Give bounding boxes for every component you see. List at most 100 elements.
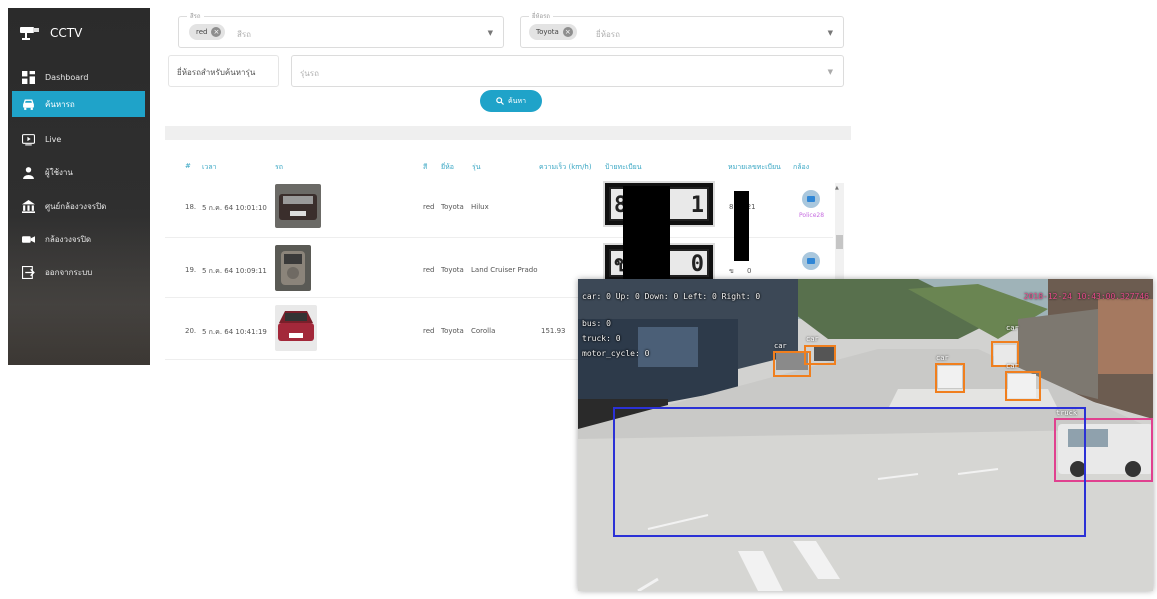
row-color: red — [423, 327, 435, 335]
vehicle-counter: car: 0 Up: 0 Down: 0 Left: 0 Right: 0 — [582, 292, 761, 301]
scroll-up-icon[interactable]: ▲ — [835, 185, 839, 191]
live-icon — [22, 133, 35, 145]
car-thumbnail[interactable] — [275, 305, 317, 351]
scrollbar-thumb[interactable] — [836, 235, 843, 249]
col-header-car: รถ — [275, 163, 283, 171]
chevron-down-icon[interactable]: ▼ — [828, 68, 833, 76]
sidebar-item-label: ค้นหารถ — [45, 99, 75, 109]
redaction-block — [623, 186, 670, 282]
region-of-interest-box — [613, 407, 1086, 537]
brand[interactable]: CCTV — [18, 18, 82, 48]
col-header-plate-number: หมายเลขทะเบียน — [728, 163, 781, 171]
detection-box — [1005, 371, 1041, 401]
model-select[interactable]: รุ่นรถ ▼ — [291, 55, 844, 87]
row-time: 5 ก.ค. 64 10:09:11 — [202, 267, 267, 275]
redaction-block — [734, 191, 749, 261]
row-camera-name[interactable]: Police28 — [799, 212, 824, 219]
sidebar: CCTV Dashboard ค้นหารถ Live ผู้ใช้งาน ศู… — [8, 8, 150, 365]
car-thumbnail[interactable] — [275, 184, 321, 228]
truck-counter: truck: 0 — [582, 334, 621, 343]
row-color: red — [423, 203, 435, 211]
detection-label: car — [774, 342, 787, 350]
sidebar-item-users[interactable]: ผู้ใช้งาน — [12, 159, 145, 185]
car-icon — [23, 99, 34, 110]
color-select[interactable]: สีรถ red × สีรถ ▼ — [178, 11, 504, 48]
dashboard-icon — [22, 70, 35, 84]
camera-feed-overlay[interactable]: car: 0 Up: 0 Down: 0 Left: 0 Right: 0 bu… — [578, 279, 1153, 591]
sidebar-item-live[interactable]: Live — [12, 126, 145, 152]
brand-placeholder: ยี่ห้อรถ — [596, 30, 620, 39]
search-icon — [496, 97, 504, 105]
row-index: 19. — [185, 266, 197, 274]
sidebar-item-label: กล้องวงจรปิด — [45, 234, 92, 244]
search-button[interactable]: ค้นหา — [480, 90, 542, 112]
row-brand: Toyota — [441, 327, 464, 335]
camera-badge-icon[interactable] — [802, 190, 820, 208]
row-model: Land Cruiser Prado — [471, 266, 538, 274]
detection-label: car — [1006, 362, 1019, 370]
col-header-plate-image: ป้ายทะเบียน — [605, 163, 642, 171]
col-header-color: สี — [423, 163, 428, 171]
col-header-brand: ยี่ห้อ — [441, 163, 454, 171]
remove-chip-icon[interactable]: × — [211, 27, 222, 37]
feed-timestamp: 2018-12-24 10:43:00.327746 — [1023, 292, 1149, 301]
section-divider — [165, 126, 851, 140]
chevron-down-icon[interactable]: ▼ — [828, 29, 833, 37]
row-model: Corolla — [471, 327, 496, 335]
row-index: 20. — [185, 327, 197, 335]
col-header-camera: กล้อง — [793, 163, 810, 171]
row-time: 5 ก.ค. 64 10:01:10 — [202, 204, 267, 212]
color-placeholder: สีรถ — [237, 30, 252, 39]
plate-char-right: 1 — [690, 193, 704, 218]
brand-chip[interactable]: Toyota × — [529, 24, 577, 40]
brand-for-model-value: ยี่ห้อรถสำหรับค้นหารุ่น — [177, 68, 256, 77]
camera-badge-icon[interactable] — [802, 252, 820, 270]
sidebar-item-dashboard[interactable]: Dashboard — [12, 64, 145, 90]
detection-label: car — [806, 335, 819, 343]
plate-number-right: 0 — [747, 267, 752, 275]
row-brand: Toyota — [441, 203, 464, 211]
row-speed: 151.93 — [541, 327, 566, 335]
remove-chip-icon[interactable]: × — [562, 27, 573, 37]
row-plate-number: ข■■0 — [729, 267, 752, 275]
row-brand: Toyota — [441, 266, 464, 274]
col-header-speed: ความเร็ว (km/h) — [539, 163, 592, 171]
color-chip[interactable]: red × — [189, 24, 226, 40]
brand-for-model-select[interactable]: ยี่ห้อรถสำหรับค้นหารุ่น — [168, 55, 279, 87]
col-header-model: รุ่น — [472, 163, 481, 171]
brand-select[interactable]: ยี่ห้อรถ Toyota × ยี่ห้อรถ ▼ — [520, 11, 844, 48]
sidebar-item-label: ศูนย์กล้องวงจรปิด — [45, 201, 107, 211]
row-color: red — [423, 266, 435, 274]
building-icon — [22, 199, 35, 213]
chevron-down-icon[interactable]: ▼ — [488, 29, 493, 37]
search-button-label: ค้นหา — [507, 96, 526, 105]
detection-label: car — [936, 354, 949, 362]
model-placeholder: รุ่นรถ — [300, 69, 319, 78]
color-select-label: สีรถ — [187, 11, 204, 21]
sidebar-item-logout[interactable]: ออกจากระบบ — [12, 259, 145, 285]
camera-icon — [22, 235, 35, 243]
user-icon — [23, 166, 34, 179]
search-filter-panel: สีรถ red × สีรถ ▼ ยี่ห้อรถ Toyota × ยี่ห… — [165, 8, 851, 125]
sidebar-item-label: ออกจากระบบ — [45, 267, 93, 277]
row-model: Hilux — [471, 203, 489, 211]
car-thumbnail[interactable] — [275, 245, 311, 291]
col-header-index: # — [185, 162, 191, 170]
plate-char-right: 0 — [690, 252, 704, 277]
sidebar-item-cameras[interactable]: กล้องวงจรปิด — [12, 226, 145, 252]
logout-icon — [22, 265, 35, 279]
bus-counter: bus: 0 — [582, 319, 611, 328]
brand-select-label: ยี่ห้อรถ — [529, 11, 553, 21]
motorcycle-counter: motor_cycle: 0 — [582, 349, 650, 358]
detection-box — [804, 345, 836, 365]
sidebar-item-search-car[interactable]: ค้นหารถ — [12, 91, 145, 117]
sidebar-item-label: Dashboard — [45, 72, 89, 82]
cctv-logo-icon — [20, 27, 39, 40]
app-title: CCTV — [50, 26, 83, 40]
col-header-time: เวลา — [202, 163, 217, 171]
sidebar-item-label: ผู้ใช้งาน — [45, 167, 73, 177]
detection-label: car — [1006, 324, 1019, 332]
table-row[interactable]: 18. 5 ก.ค. 64 10:01:10 red Toyota Hilux … — [165, 178, 833, 238]
sidebar-item-cctv-center[interactable]: ศูนย์กล้องวงจรปิด — [12, 193, 145, 219]
brand-chip-label: Toyota — [536, 28, 559, 36]
